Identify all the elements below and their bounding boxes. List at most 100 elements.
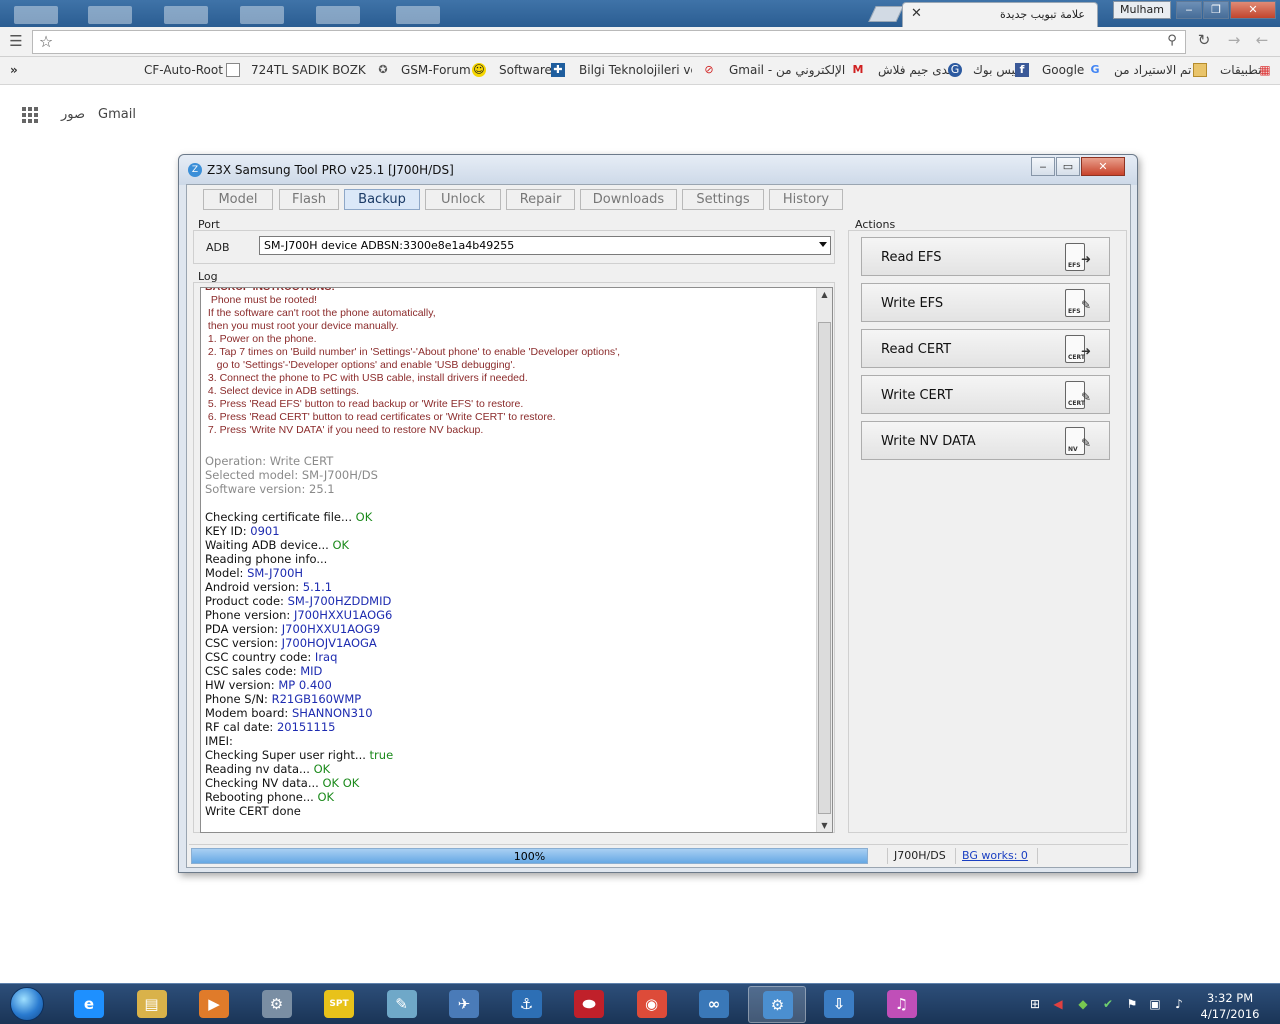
taskbar-item[interactable]: ⚙ — [747, 986, 806, 1023]
clock-date: 4/17/2016 — [1200, 1007, 1260, 1021]
tab-backup[interactable]: Backup — [344, 189, 420, 210]
instruction-line: 7. Press 'Write NV DATA' if you need to … — [205, 424, 484, 436]
tab-model[interactable]: Model — [203, 189, 273, 210]
explorer-icon: ▤ — [136, 990, 167, 1018]
log-line-label: Phone version: — [205, 608, 294, 622]
read-efs-button[interactable]: Read EFS ➜ EFS — [861, 237, 1110, 276]
tab-repair[interactable]: Repair — [506, 189, 575, 210]
log-line-label: Reading nv data... — [205, 762, 314, 776]
log-line-label: RF cal date: — [205, 720, 277, 734]
log-line-value: SM-J700H — [247, 566, 304, 580]
log-line-value: OK — [355, 510, 373, 524]
taskbar-item[interactable]: ▶ — [185, 986, 243, 1023]
write-nv-data-button[interactable]: Write NV DATA ✎ NV — [861, 421, 1110, 460]
taskbar-item[interactable]: ⇩ — [810, 986, 868, 1023]
log-line: Checking certificate file... OK — [205, 510, 372, 524]
taskbar-item[interactable]: ▤ — [123, 986, 181, 1023]
volume-icon[interactable]: ♪ — [1171, 996, 1187, 1012]
read-cert-button[interactable]: Read CERT ➜ CERT — [861, 329, 1110, 368]
tab-flash[interactable]: Flash — [279, 189, 339, 210]
z3x-close-button[interactable]: ✕ — [1081, 157, 1125, 176]
progress-text: 100% — [513, 850, 546, 863]
adb-device-select[interactable]: SM-J700H device ADBSN:3300e8e1a4b49255 — [259, 236, 831, 255]
bookmarks-overflow-button[interactable]: » — [10, 63, 18, 77]
minimize-button[interactable]: ‒ — [1176, 1, 1202, 19]
bookmark-item[interactable]: Gmail - بريد الإلكتروني من — [729, 63, 845, 77]
taskbar-item[interactable]: e — [60, 986, 118, 1023]
bookmark-item[interactable]: Software — [499, 63, 552, 77]
scroll-up-icon[interactable]: ▲ — [817, 290, 832, 299]
network-icon: ✈ — [449, 990, 479, 1018]
bg-works-link[interactable]: BG works: 0 — [955, 848, 1035, 864]
user-badge[interactable]: Mulham — [1113, 1, 1171, 19]
windows-logo-icon — [10, 987, 44, 1021]
notification-icon[interactable]: ◀ — [1050, 996, 1066, 1012]
taskbar-item[interactable]: ✈ — [435, 986, 493, 1023]
bookmark-item[interactable]: Google — [1042, 63, 1084, 77]
bookmark-item[interactable]: Bilgi Teknolojileri ve İ — [579, 63, 692, 77]
taskbar-item[interactable]: ∞ — [685, 986, 743, 1023]
clock[interactable]: 3:32 PM 4/17/2016 — [1196, 990, 1264, 1022]
taskbar-item[interactable]: ♫ — [873, 986, 931, 1023]
new-tab-button[interactable] — [868, 6, 904, 22]
nvidia-icon[interactable]: ◆ — [1075, 996, 1091, 1012]
taskbar-item[interactable]: ✎ — [373, 986, 431, 1023]
tab-downloads[interactable]: Downloads — [580, 189, 677, 210]
back-icon[interactable]: ← — [1252, 31, 1272, 49]
taskbar-item[interactable]: ◉ — [623, 986, 681, 1023]
z3x-titlebar[interactable]: Z Z3X Samsung Tool PRO v25.1 [J700H/DS] … — [179, 155, 1137, 185]
scroll-down-icon[interactable]: ▼ — [817, 821, 832, 830]
close-window-button[interactable]: ✕ — [1230, 1, 1276, 19]
browser-tab[interactable]: ✕ علامة تبويب جديدة — [902, 2, 1098, 27]
close-tab-icon[interactable]: ✕ — [911, 6, 922, 21]
address-bar[interactable]: ☆ ⚲ — [32, 30, 1186, 54]
write-cert-button[interactable]: Write CERT ✎ CERT — [861, 375, 1110, 414]
scroll-thumb[interactable] — [818, 322, 831, 814]
write-efs-button[interactable]: Write EFS ✎ EFS — [861, 283, 1110, 322]
tab-history[interactable]: History — [769, 189, 843, 210]
log-panel[interactable]: BACKUP INSTRUCTIONS: Phone must be roote… — [200, 287, 833, 833]
bookmark-item[interactable]: فيس بوك — [973, 63, 1021, 77]
taskbar-item[interactable]: ⚙ — [248, 986, 306, 1023]
menu-icon[interactable]: ☰ — [6, 32, 26, 50]
z3x-window: Z Z3X Samsung Tool PRO v25.1 [J700H/DS] … — [178, 154, 1138, 873]
smiley-icon: ☺ — [472, 63, 486, 77]
maximize-button[interactable]: ❐ — [1203, 1, 1229, 19]
z3x-maximize-button[interactable]: ▭ — [1056, 157, 1080, 176]
log-line: Modem board: SHANNON310 — [205, 706, 373, 720]
star-icon[interactable]: ☆ — [37, 32, 55, 51]
network-tray-icon[interactable]: ▣ — [1147, 996, 1163, 1012]
tab-unlock[interactable]: Unlock — [425, 189, 501, 210]
bookmark-item[interactable]: GSM-Forum — [401, 63, 471, 77]
start-button[interactable] — [4, 984, 48, 1024]
status-extra — [1037, 848, 1125, 864]
log-line-value: true — [369, 748, 394, 762]
action-center-icon[interactable]: ⚑ — [1124, 996, 1140, 1012]
security-icon[interactable]: ✔ — [1100, 996, 1116, 1012]
bookmark-item[interactable]: CF-Auto-Root — [144, 63, 223, 77]
bookmark-item[interactable]: 724TL SADIK BOZKUR — [251, 63, 366, 77]
windows-flag-icon[interactable]: ⊞ — [1027, 996, 1043, 1012]
chevron-down-icon[interactable] — [819, 242, 827, 247]
instruction-line: Phone must be rooted! — [205, 294, 318, 306]
forward-icon[interactable]: → — [1224, 31, 1244, 49]
log-scrollbar[interactable]: ▲ ▼ — [816, 288, 832, 832]
write-nv-icon: ✎ NV — [1065, 427, 1091, 455]
reload-icon[interactable]: ↻ — [1194, 31, 1214, 49]
log-line-value: Iraq — [314, 650, 338, 664]
log-line-value: 0901 — [250, 524, 280, 538]
taskbar-item[interactable]: ⚓ — [498, 986, 556, 1023]
log-line: CSC version: J700HOJV1AOGA — [205, 636, 377, 650]
log-line: PDA version: J700HXXU1AOG9 — [205, 622, 380, 636]
bookmark-item[interactable]: تطبيقات — [1220, 63, 1261, 77]
taskbar-item[interactable]: SPT — [310, 986, 368, 1023]
log-line-value: J700HXXU1AOG9 — [281, 622, 381, 636]
google-apps-icon[interactable] — [22, 107, 38, 123]
taskbar-item[interactable]: ⬬ — [560, 986, 618, 1023]
port-group: ADB SM-J700H device ADBSN:3300e8e1a4b492… — [193, 230, 835, 264]
log-line-label: Model: — [205, 566, 248, 580]
gmail-link[interactable]: Gmail — [98, 107, 136, 122]
z3x-minimize-button[interactable]: ‒ — [1031, 157, 1055, 176]
images-link[interactable]: صور — [61, 107, 85, 122]
tab-settings[interactable]: Settings — [682, 189, 764, 210]
